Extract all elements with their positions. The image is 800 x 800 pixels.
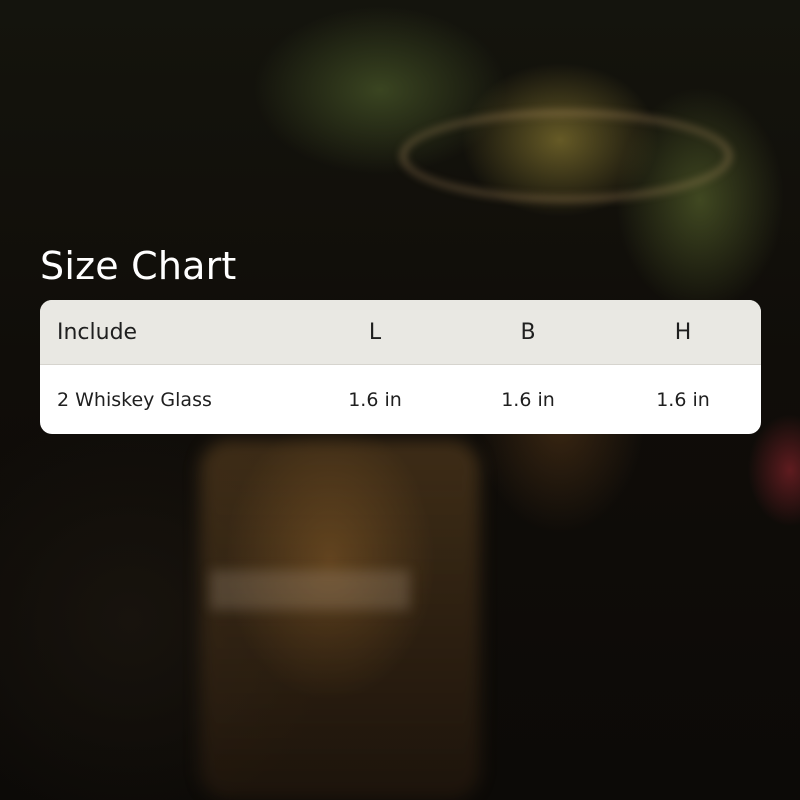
- cell-height: 1.6 in: [656, 388, 710, 411]
- size-chart-table: Include L B H 2 Whiskey Glass 1.6 in 1.6…: [40, 300, 761, 434]
- page-title: Size Chart: [40, 244, 237, 288]
- blurred-glass-body: [200, 440, 480, 800]
- header-height: H: [674, 319, 692, 345]
- cell-breadth: 1.6 in: [501, 388, 555, 411]
- blurred-glass-rim: [400, 110, 732, 202]
- table-header-row: Include L B H: [40, 300, 761, 365]
- header-include: Include: [57, 319, 138, 345]
- cell-length: 1.6 in: [348, 388, 402, 411]
- table-row: 2 Whiskey Glass 1.6 in 1.6 in 1.6 in: [40, 365, 761, 434]
- background-photo: Size Chart Include L B H 2 Whiskey Glass…: [0, 0, 800, 800]
- cell-include: 2 Whiskey Glass: [57, 388, 212, 411]
- blurred-glass-label: [210, 570, 410, 610]
- header-breadth: B: [520, 319, 536, 345]
- header-length: L: [368, 319, 382, 345]
